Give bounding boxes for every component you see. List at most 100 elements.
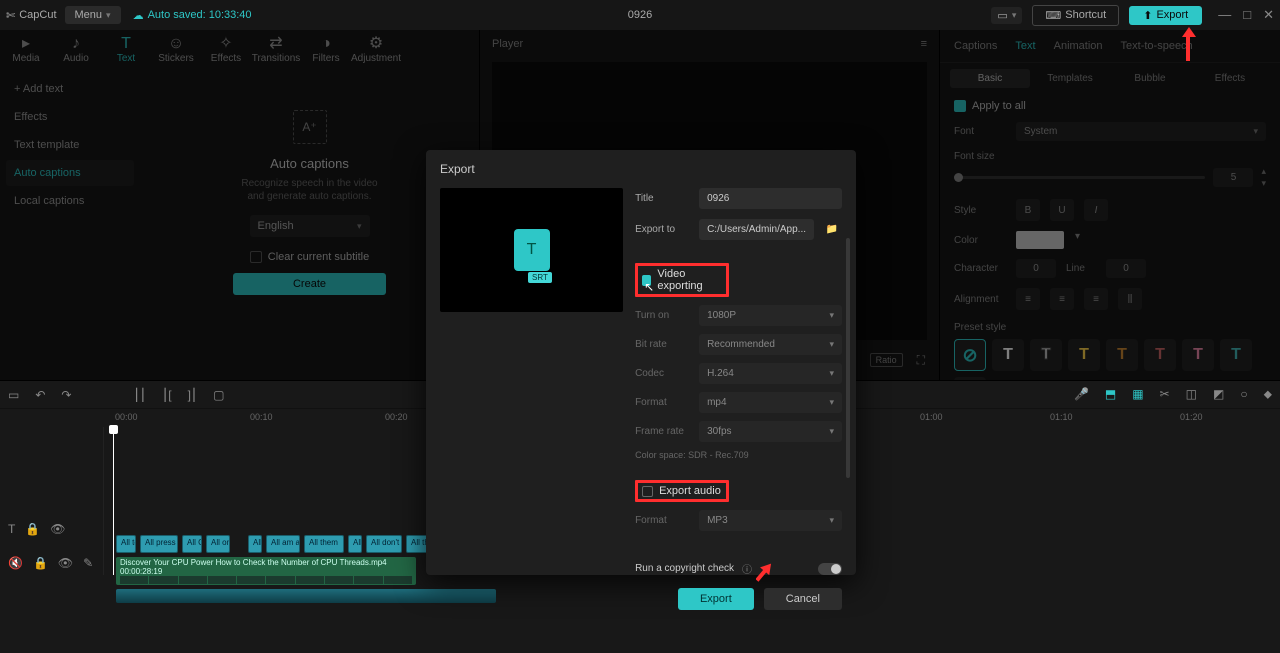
tool-icon[interactable]: ⬥ xyxy=(1264,387,1272,402)
align-center-button[interactable]: ≡ xyxy=(1050,288,1074,310)
lock-icon[interactable]: 🔒 xyxy=(25,522,40,536)
split-right-icon[interactable]: ]⎮ xyxy=(188,388,198,402)
export-confirm-button[interactable]: Export xyxy=(678,588,754,610)
selection-tool-icon[interactable]: ▭ xyxy=(8,388,19,402)
bitrate-select[interactable]: Recommended▾ xyxy=(699,334,842,355)
style-preset[interactable]: T xyxy=(992,339,1024,371)
apply-to-all-row[interactable]: Apply to all xyxy=(940,94,1280,118)
caption-clip[interactable]: All xyxy=(248,535,262,553)
language-select[interactable]: English ▾ xyxy=(250,215,370,237)
export-button-top[interactable]: ⬆ Export xyxy=(1129,6,1202,25)
delete-icon[interactable]: ▢ xyxy=(213,388,224,402)
line-input[interactable]: 0 xyxy=(1106,259,1146,278)
fullscreen-icon[interactable]: ⛶ xyxy=(917,353,925,368)
split-icon[interactable]: ⎮⎮ xyxy=(133,388,146,402)
format-select[interactable]: mp4▾ xyxy=(699,392,842,413)
style-preset[interactable]: T xyxy=(1030,339,1062,371)
style-none[interactable]: ⊘ xyxy=(954,339,986,371)
side-item[interactable]: Auto captions xyxy=(6,160,134,186)
align-v-button[interactable]: ⫼ xyxy=(1118,288,1142,310)
inspector-sub-tab[interactable]: Bubble xyxy=(1110,69,1190,88)
inspector-tab[interactable]: Animation xyxy=(1054,40,1103,52)
inspector-sub-tab[interactable]: Basic xyxy=(950,69,1030,88)
top-tab-audio[interactable]: ♪Audio xyxy=(54,37,98,64)
bold-button[interactable]: B xyxy=(1016,199,1040,221)
clear-subtitle-checkbox[interactable]: Clear current subtitle xyxy=(250,251,370,263)
caption-clip[interactable]: All press C xyxy=(140,535,178,553)
underline-button[interactable]: U xyxy=(1050,199,1074,221)
style-preset[interactable]: T xyxy=(1182,339,1214,371)
eye-icon[interactable]: 👁 xyxy=(58,556,73,570)
redo-icon[interactable]: ↷ xyxy=(61,388,71,402)
inspector-sub-tab[interactable]: Effects xyxy=(1190,69,1270,88)
caption-clip[interactable]: All am a xyxy=(266,535,300,553)
maximize-icon[interactable]: □ xyxy=(1243,7,1251,23)
caption-clip[interactable]: All C xyxy=(182,535,202,553)
codec-select[interactable]: H.264▾ xyxy=(699,363,842,384)
style-preset[interactable]: T xyxy=(1144,339,1176,371)
ratio-indicator[interactable]: ▭▾ xyxy=(991,7,1022,24)
top-tab-adjustment[interactable]: ⚙Adjustment xyxy=(354,37,398,64)
caption-clip[interactable]: All xyxy=(348,535,362,553)
caption-clip[interactable]: All th xyxy=(406,535,428,553)
tool-icon[interactable]: ◩ xyxy=(1213,387,1224,402)
caption-clip[interactable]: All them xyxy=(304,535,344,553)
caption-clip[interactable]: All to xyxy=(116,535,136,553)
copyright-toggle[interactable] xyxy=(818,563,842,575)
top-tab-transitions[interactable]: ⇄Transitions xyxy=(254,37,298,64)
video-track-header[interactable]: 🔇 🔒 👁 ✎ xyxy=(0,551,103,575)
style-preset[interactable]: T xyxy=(1106,339,1138,371)
top-tab-filters[interactable]: ◑Filters xyxy=(304,37,348,64)
folder-button[interactable]: 📁 xyxy=(822,217,842,241)
mute-icon[interactable]: 🔇 xyxy=(8,556,23,570)
inspector-sub-tab[interactable]: Templates xyxy=(1030,69,1110,88)
italic-button[interactable]: I xyxy=(1084,199,1108,221)
fontsize-input[interactable]: 5 xyxy=(1213,168,1253,187)
menu-button[interactable]: Menu ▾ xyxy=(65,6,121,24)
font-select[interactable]: System▾ xyxy=(1016,122,1266,141)
side-item[interactable]: Local captions xyxy=(6,188,134,214)
video-clip[interactable]: Discover Your CPU Power How to Check the… xyxy=(116,557,416,585)
menu-icon[interactable]: ≡ xyxy=(921,38,927,50)
ratio-badge[interactable]: Ratio xyxy=(870,353,903,367)
close-icon[interactable]: ✕ xyxy=(1263,7,1274,23)
split-left-icon[interactable]: ⎮[ xyxy=(162,388,172,402)
export-audio-checkbox[interactable]: Export audio xyxy=(642,485,722,497)
top-tab-text[interactable]: TText xyxy=(104,37,148,64)
inspector-tab[interactable]: Text-to-speech xyxy=(1121,40,1193,52)
side-item[interactable]: + Add text xyxy=(6,76,134,102)
playhead[interactable] xyxy=(113,427,114,575)
inspector-tab[interactable]: Text xyxy=(1015,40,1035,52)
inspector-tab[interactable]: Captions xyxy=(954,40,997,52)
color-picker[interactable] xyxy=(1016,231,1064,249)
mic-icon[interactable]: 🎤 xyxy=(1074,387,1089,402)
caption-track-header[interactable]: T🔒👁 xyxy=(0,517,103,541)
resolution-select[interactable]: 1080P▾ xyxy=(699,305,842,326)
caption-clip[interactable]: All on xyxy=(206,535,230,553)
side-item[interactable]: Effects xyxy=(6,104,134,130)
side-item[interactable]: Text template xyxy=(6,132,134,158)
align-left-button[interactable]: ≡ xyxy=(1016,288,1040,310)
framerate-select[interactable]: 30fps▾ xyxy=(699,421,842,442)
tool-icon[interactable]: ○ xyxy=(1240,387,1247,402)
minimize-icon[interactable]: — xyxy=(1218,7,1231,23)
audio-format-select[interactable]: MP3▾ xyxy=(699,510,842,531)
stepper-down-icon[interactable]: ▾ xyxy=(1261,178,1266,189)
eye-icon[interactable]: 👁 xyxy=(50,522,65,536)
exportto-input[interactable]: C:/Users/Admin/App... xyxy=(699,219,814,240)
edit-icon[interactable]: ✎ xyxy=(83,556,93,570)
caption-clip[interactable]: All don't xyxy=(366,535,402,553)
top-tab-media[interactable]: ▸Media xyxy=(4,37,48,64)
align-right-button[interactable]: ≡ xyxy=(1084,288,1108,310)
cancel-button[interactable]: Cancel xyxy=(764,588,842,610)
stepper-up-icon[interactable]: ▴ xyxy=(1261,166,1266,177)
tool-icon[interactable]: ◫ xyxy=(1186,387,1197,402)
undo-icon[interactable]: ↶ xyxy=(35,388,45,402)
fontsize-slider[interactable] xyxy=(954,176,1205,179)
lock-icon[interactable]: 🔒 xyxy=(33,556,48,570)
info-icon[interactable]: ⓘ xyxy=(742,561,752,576)
style-preset[interactable]: T xyxy=(1068,339,1100,371)
create-button[interactable]: Create xyxy=(233,273,386,295)
shortcut-button[interactable]: ⌨ Shortcut xyxy=(1032,5,1119,26)
character-input[interactable]: 0 xyxy=(1016,259,1056,278)
